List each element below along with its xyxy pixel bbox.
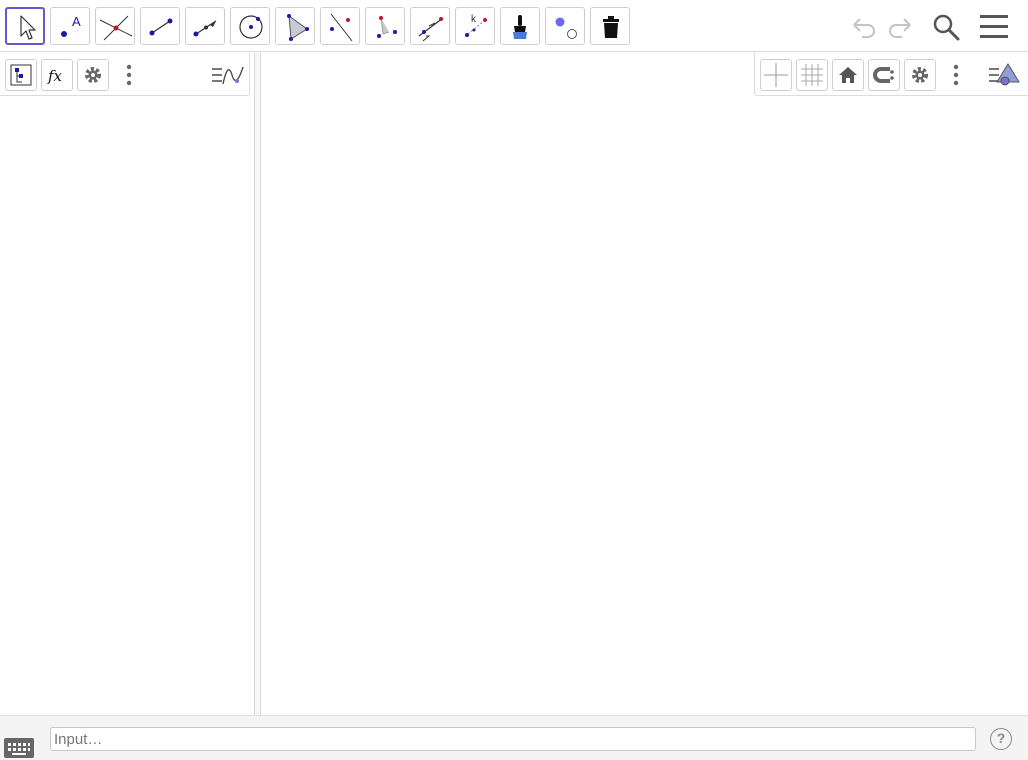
algebra-more-button[interactable]: [113, 59, 145, 91]
gear-icon: [912, 67, 928, 83]
toggle-axes-button[interactable]: [760, 59, 792, 91]
angle-icon: [377, 16, 397, 38]
point-capture-icon: [873, 67, 894, 83]
redo-button[interactable]: [884, 10, 918, 42]
search-icon: [933, 14, 960, 41]
algebra-style-bar: fx: [0, 53, 250, 96]
perpendicular-tool-button[interactable]: [185, 7, 225, 45]
slider-tool-button[interactable]: k: [455, 7, 495, 45]
toggle-grid-button[interactable]: [796, 59, 828, 91]
keyboard-icon: [8, 743, 30, 755]
arrow-cursor-icon: [20, 15, 36, 40]
panel-splitter[interactable]: [254, 53, 261, 715]
search-button[interactable]: [929, 10, 963, 42]
fx-icon: fx: [47, 67, 63, 85]
line-tool-button[interactable]: [320, 7, 360, 45]
circle-tool-button[interactable]: [230, 7, 270, 45]
algebra-description-button[interactable]: fx: [41, 59, 73, 91]
show-hide-object-icon: [555, 17, 577, 39]
more-vert-icon: [126, 64, 132, 86]
home-icon: [839, 67, 857, 83]
delete-tool-button[interactable]: [590, 7, 630, 45]
reflect-tool-button[interactable]: [410, 7, 450, 45]
main-toolbar: A k: [0, 0, 1028, 52]
graph-style-icon: [212, 66, 244, 85]
more-vert-icon: [953, 64, 959, 86]
intersect-icon: [99, 15, 133, 41]
move-tool-button[interactable]: [5, 7, 45, 45]
point-tool-button[interactable]: A: [50, 7, 90, 45]
algebra-view[interactable]: fx: [0, 53, 254, 715]
grid-icon: [801, 64, 823, 86]
segment-icon: [149, 18, 173, 36]
graphics-more-button[interactable]: [940, 59, 972, 91]
circle-center-point-icon: [239, 15, 263, 39]
algebra-sort-button[interactable]: [5, 59, 37, 91]
fx-label: fx: [47, 67, 63, 85]
geogebra-app: A k fx Input… ?: [0, 0, 1028, 760]
hamburger-menu-icon: [980, 15, 1008, 38]
graphics-style-toggle[interactable]: [986, 59, 1024, 91]
gear-icon: [85, 67, 101, 83]
show-hide-tool-button[interactable]: [545, 7, 585, 45]
style-brush-tool-button[interactable]: [500, 7, 540, 45]
graphics-style-icon: [989, 63, 1020, 86]
undo-button[interactable]: [846, 10, 880, 42]
point-label-a: A: [72, 14, 81, 29]
input-bar: ?: [0, 715, 1028, 760]
segment-tool-button[interactable]: [140, 7, 180, 45]
keyboard-toggle-button[interactable]: [4, 738, 34, 758]
point-capturing-button[interactable]: [868, 59, 900, 91]
axes-icon: [764, 63, 788, 87]
algebra-settings-button[interactable]: [77, 59, 109, 91]
standard-view-button[interactable]: [832, 59, 864, 91]
slider-label-k: k: [471, 14, 477, 25]
trash-icon: [603, 16, 619, 38]
polygon-tool-button[interactable]: [275, 7, 315, 45]
paint-brush-icon: [513, 15, 527, 39]
graphics-settings-button[interactable]: [904, 59, 936, 91]
undo-icon: [853, 18, 875, 38]
graphics-view[interactable]: [261, 53, 1028, 715]
reflect-icon: [418, 17, 444, 42]
intersect-tool-button[interactable]: [95, 7, 135, 45]
algebra-tree-icon: [10, 64, 32, 86]
slider-icon: k: [465, 14, 487, 37]
algebra-style-toggle[interactable]: [209, 59, 247, 91]
graphics-style-bar: [754, 53, 1028, 96]
input-field[interactable]: [50, 727, 976, 751]
input-help-button[interactable]: ?: [990, 728, 1012, 750]
polygon-icon: [287, 14, 309, 41]
line-icon: [330, 13, 353, 42]
angle-tool-button[interactable]: [365, 7, 405, 45]
redo-icon: [889, 18, 911, 38]
point-icon: A: [61, 14, 81, 37]
main-menu-button[interactable]: [977, 10, 1011, 42]
perpendicular-icon: [193, 20, 217, 37]
